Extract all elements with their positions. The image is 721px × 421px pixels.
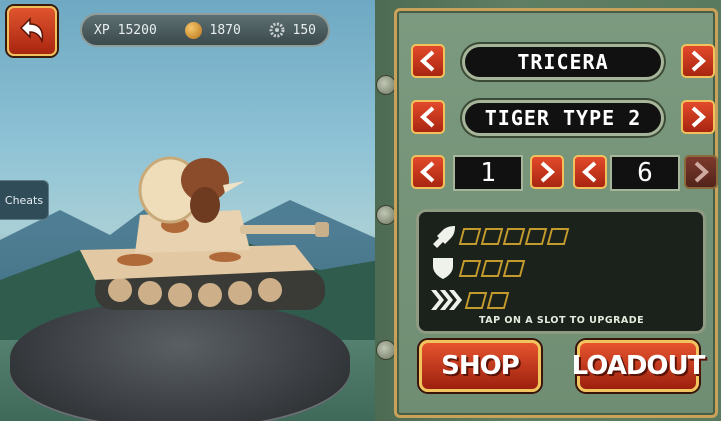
dino-tank-model: [80, 156, 329, 310]
garage-scene: [0, 0, 380, 421]
coin-icon: [184, 21, 202, 39]
left-number-value: 1: [453, 155, 523, 191]
panel-rivet: [376, 340, 396, 360]
upgrade-slot[interactable]: [502, 259, 526, 277]
chevron-left-icon: [420, 161, 435, 183]
gear-icon: [269, 22, 285, 38]
chevron-right-icon: [691, 106, 706, 128]
upgrade-panel: TAP ON A SLOT TO UPGRADE: [416, 209, 706, 334]
shield-icon: [433, 258, 453, 279]
left-number-next-button[interactable]: [530, 155, 564, 189]
upgrade-row-firepower: [429, 224, 570, 248]
tank-next-button[interactable]: [681, 100, 715, 134]
cheats-button[interactable]: Cheats: [0, 180, 49, 220]
speed-chevrons-icon: [431, 290, 462, 310]
coin-count: 1870: [209, 22, 241, 38]
upgrade-row-armor: [429, 256, 526, 280]
back-button[interactable]: [7, 6, 57, 56]
upgrade-slot[interactable]: [464, 291, 488, 309]
right-number-value: 6: [610, 155, 680, 191]
dino-next-button[interactable]: [681, 44, 715, 78]
dino-prev-button[interactable]: [411, 44, 445, 78]
rocket-icon: [433, 226, 455, 248]
shop-button[interactable]: SHOP: [419, 340, 541, 392]
chevron-left-icon: [582, 161, 597, 183]
panel-rivet: [376, 75, 396, 95]
dino-name: TRICERA: [462, 44, 664, 80]
loadout-button[interactable]: LOADOUT: [572, 340, 705, 392]
left-number-prev-button[interactable]: [411, 155, 445, 189]
tank-prev-button[interactable]: [411, 100, 445, 134]
chevron-left-icon: [420, 106, 435, 128]
upgrade-slot[interactable]: [546, 227, 570, 245]
right-number-next-button[interactable]: [684, 155, 718, 189]
chevron-right-icon: [540, 161, 555, 183]
tank-name: TIGER TYPE 2: [462, 100, 664, 136]
right-number-prev-button[interactable]: [573, 155, 607, 189]
upgrade-slot[interactable]: [458, 259, 482, 277]
upgrade-slot[interactable]: [502, 227, 526, 245]
back-arrow-icon: [19, 17, 44, 44]
chevron-right-icon: [691, 50, 706, 72]
upgrade-slot[interactable]: [524, 227, 548, 245]
chevron-right-icon: [694, 161, 709, 183]
panel-rivet: [376, 205, 396, 225]
gear-count: 150: [292, 22, 316, 38]
currency-bar: XP 15200 1870 150: [80, 13, 330, 47]
upgrade-hint: TAP ON A SLOT TO UPGRADE: [479, 315, 645, 326]
upgrade-slot[interactable]: [480, 259, 504, 277]
xp-label: XP: [94, 22, 110, 38]
upgrade-slot[interactable]: [458, 227, 482, 245]
upgrade-slot[interactable]: [480, 227, 504, 245]
upgrade-slot[interactable]: [486, 291, 510, 309]
upgrade-row-speed: [429, 288, 510, 312]
xp-value: 15200: [117, 22, 157, 38]
chevron-left-icon: [420, 50, 435, 72]
